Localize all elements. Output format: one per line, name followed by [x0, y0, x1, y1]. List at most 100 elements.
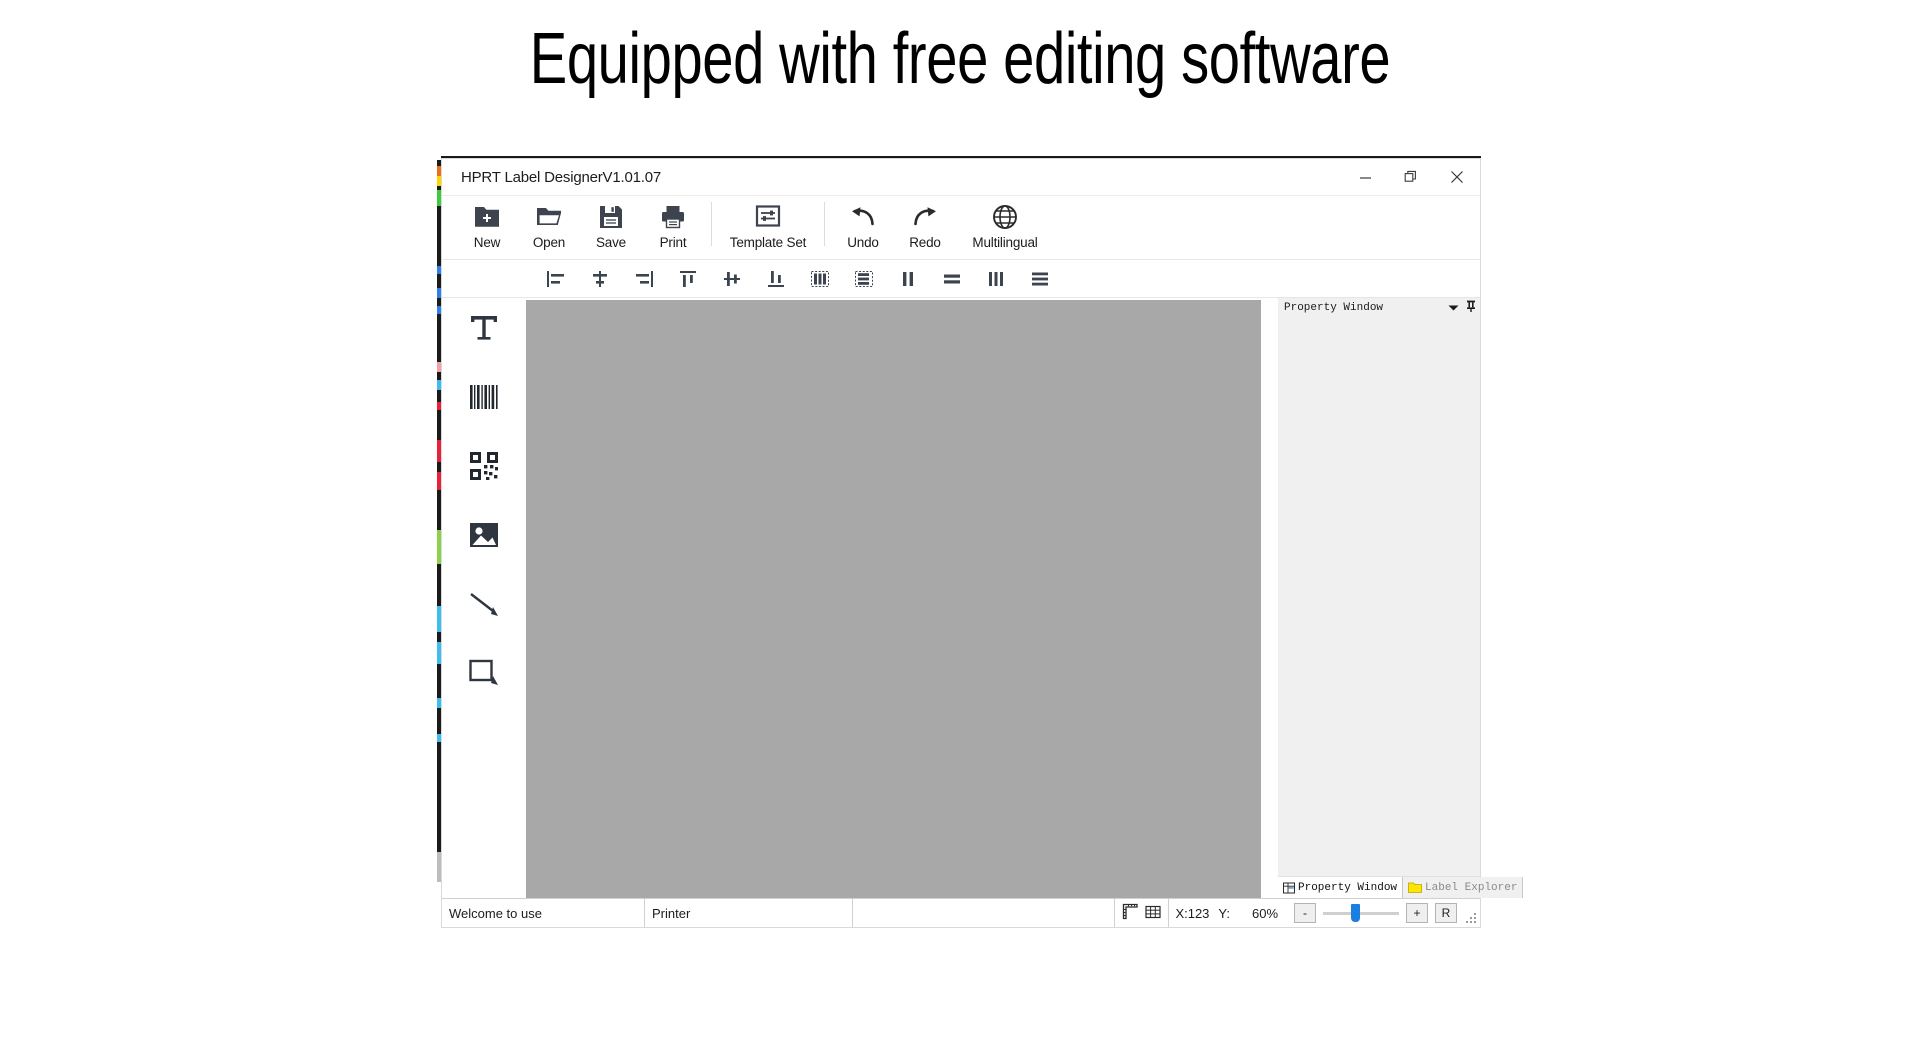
- status-message: Welcome to use: [442, 899, 645, 927]
- spacing-horizontal-icon: [989, 271, 1003, 286]
- same-height-icon: [855, 270, 873, 287]
- align-top-button[interactable]: [666, 262, 710, 296]
- workspace: Property Window Property Window Label Ex…: [442, 298, 1524, 898]
- barcode-tool-button[interactable]: [456, 369, 512, 425]
- status-bar: Welcome to use Printer X:123 Y: 60% - + …: [442, 898, 1480, 927]
- main-toolbar: New Open Save Print Template Set Undo Re…: [442, 196, 1480, 260]
- ruler-icon: [1123, 903, 1139, 920]
- qrcode-tool-button[interactable]: [456, 438, 512, 494]
- status-spacer: [853, 899, 1116, 927]
- text-tool-button[interactable]: [456, 300, 512, 356]
- minimize-button[interactable]: [1342, 159, 1388, 195]
- text-t-icon: [471, 316, 497, 340]
- yellow-folder-icon: [1408, 882, 1422, 893]
- same-height-button[interactable]: [842, 262, 886, 296]
- tab-property-window[interactable]: Property Window: [1278, 877, 1404, 898]
- line-tool-button[interactable]: [456, 576, 512, 632]
- zoom-reset-button[interactable]: R: [1435, 903, 1457, 923]
- restore-button[interactable]: [1388, 159, 1434, 195]
- zoom-slider-track: [1323, 911, 1399, 915]
- zoom-in-button[interactable]: +: [1406, 903, 1428, 923]
- grid-toggle-button[interactable]: [1145, 904, 1162, 923]
- resize-grip-icon[interactable]: [1463, 899, 1480, 927]
- pin-button[interactable]: [1466, 299, 1476, 317]
- new-button[interactable]: New: [456, 196, 518, 258]
- property-window-title: Property Window: [1284, 301, 1384, 314]
- distribute-vertical-icon: [944, 274, 960, 283]
- template-settings-icon: [755, 201, 781, 233]
- template-set-label: Template Set: [729, 235, 807, 250]
- property-window-body[interactable]: [1278, 317, 1480, 876]
- window-bottom-artifact: [441, 928, 1481, 938]
- tool-palette: [442, 298, 526, 898]
- align-right-icon: [636, 270, 653, 287]
- zoom-level-label: 60%: [1251, 905, 1279, 921]
- ruler-toggle-button[interactable]: [1122, 903, 1139, 923]
- undo-button[interactable]: Undo: [832, 196, 894, 258]
- tab-label-explorer[interactable]: Label Explorer: [1403, 877, 1524, 898]
- open-folder-icon: [535, 201, 563, 233]
- zoom-slider[interactable]: [1323, 903, 1399, 923]
- save-button[interactable]: Save: [580, 196, 642, 258]
- property-grid-icon: [1283, 882, 1295, 893]
- image-tool-button[interactable]: [456, 507, 512, 563]
- zoom-slider-thumb[interactable]: [1351, 904, 1360, 922]
- spacing-vertical-button[interactable]: [1018, 262, 1062, 296]
- grid-icon: [1145, 905, 1162, 918]
- spacing-vertical-icon: [1032, 272, 1048, 285]
- image-picture-icon: [470, 523, 498, 547]
- align-bottom-button[interactable]: [754, 262, 798, 296]
- align-top-icon: [680, 270, 696, 287]
- undo-button-label: Undo: [847, 235, 879, 250]
- new-file-icon: [473, 201, 501, 233]
- qr-code-icon: [470, 452, 498, 480]
- align-center-horizontal-button[interactable]: [578, 262, 622, 296]
- spacing-horizontal-button[interactable]: [974, 262, 1018, 296]
- redo-button-label: Redo: [909, 235, 941, 250]
- same-width-button[interactable]: [798, 262, 842, 296]
- template-set-button[interactable]: Template Set: [719, 196, 817, 258]
- align-middle-vertical-icon: [724, 271, 740, 286]
- tab-label-explorer-label: Label Explorer: [1425, 881, 1518, 894]
- property-window-panel: Property Window Property Window Label Ex…: [1277, 298, 1524, 898]
- status-view-icons: [1115, 899, 1168, 927]
- save-button-label: Save: [596, 235, 626, 250]
- barcode-icon: [470, 385, 498, 409]
- redo-arrow-icon: [911, 201, 939, 233]
- zoom-out-button[interactable]: -: [1294, 903, 1316, 923]
- rectangle-tool-button[interactable]: [456, 645, 512, 701]
- align-middle-vertical-button[interactable]: [710, 262, 754, 296]
- redo-button[interactable]: Redo: [894, 196, 956, 258]
- hprt-label-designer-window: HPRT Label DesignerV1.01.07 New Open Sav…: [441, 158, 1524, 928]
- title-bar: HPRT Label DesignerV1.01.07: [442, 159, 1480, 196]
- line-icon: [470, 593, 498, 616]
- align-right-button[interactable]: [622, 262, 666, 296]
- tab-property-window-label: Property Window: [1298, 881, 1398, 894]
- toolbar-separator-2: [824, 202, 825, 246]
- align-left-button[interactable]: [534, 262, 578, 296]
- distribute-horizontal-button[interactable]: [886, 262, 930, 296]
- open-button-label: Open: [532, 235, 566, 250]
- print-button[interactable]: Print: [642, 196, 704, 258]
- multilingual-button[interactable]: Multilingual: [956, 196, 1054, 258]
- open-button[interactable]: Open: [518, 196, 580, 258]
- property-window-header-actions: [1448, 299, 1476, 317]
- window-controls: [1342, 159, 1480, 195]
- property-window-tabs: Property Window Label Explorer: [1278, 876, 1524, 898]
- alignment-toolbar: [442, 260, 1480, 298]
- rectangle-icon: [469, 659, 498, 685]
- label-canvas[interactable]: [526, 300, 1261, 898]
- canvas-area: [526, 298, 1277, 898]
- undo-arrow-icon: [849, 201, 877, 233]
- distribute-vertical-button[interactable]: [930, 262, 974, 296]
- coordinate-y: Y:: [1218, 905, 1230, 921]
- toolbar-separator-1: [711, 202, 712, 246]
- chevron-down-button[interactable]: [1448, 299, 1459, 317]
- close-button[interactable]: [1434, 159, 1480, 195]
- align-left-icon: [547, 270, 564, 287]
- save-floppy-icon: [598, 201, 624, 233]
- restore-icon: [1404, 170, 1416, 182]
- printer-icon: [660, 201, 686, 233]
- distribute-horizontal-icon: [903, 271, 913, 286]
- zoom-controls: - + R: [1294, 899, 1463, 927]
